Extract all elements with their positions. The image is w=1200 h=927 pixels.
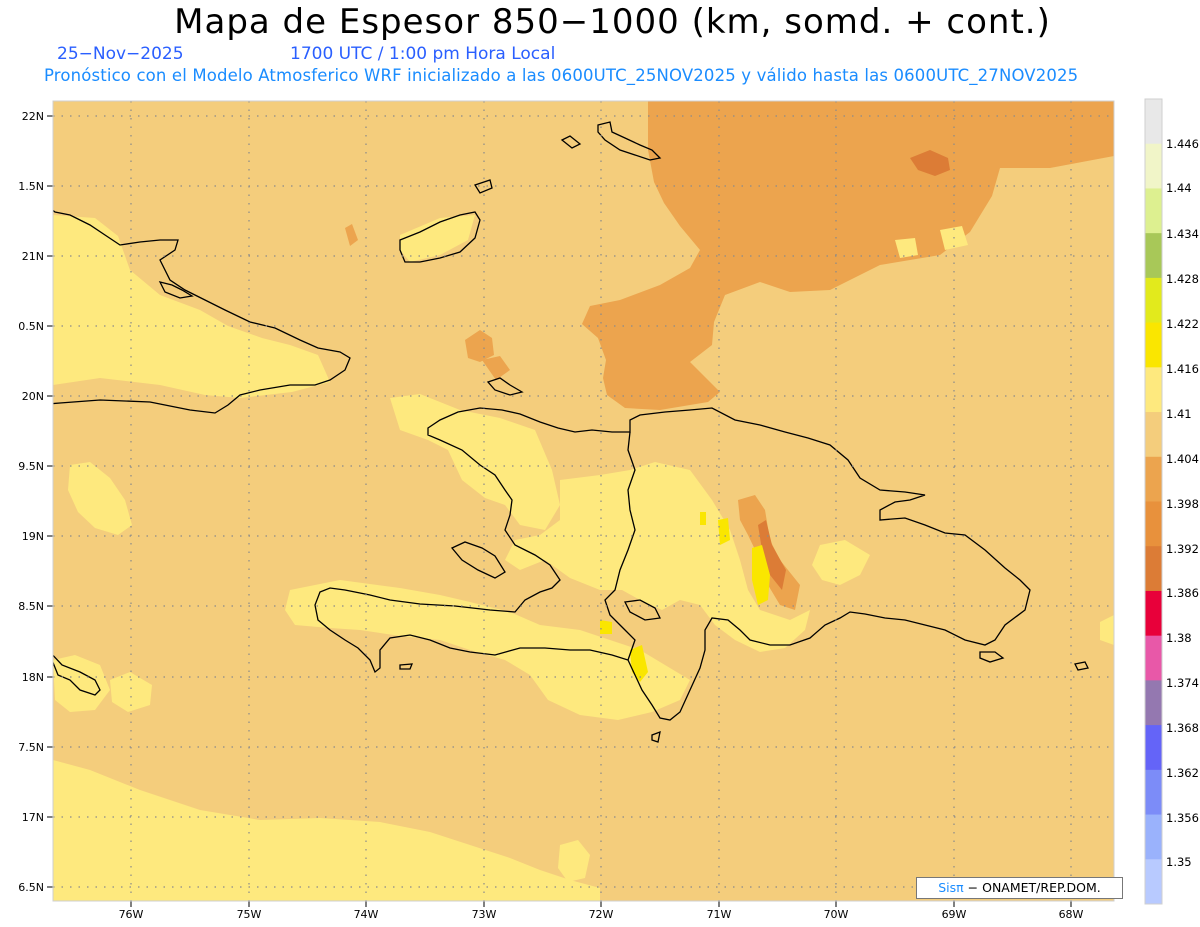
lon-label: 76W — [119, 908, 144, 921]
colorbar-label: 1.374 — [1166, 676, 1199, 690]
lon-ticks — [130, 901, 1072, 907]
colorbar-swatch — [1145, 769, 1162, 816]
colorbar — [1144, 98, 1163, 905]
colorbar-swatch — [1145, 412, 1162, 458]
colorbar-label: 1.446 — [1166, 137, 1199, 151]
colorbar-label: 1.416 — [1166, 362, 1199, 376]
colorbar-swatch — [1145, 456, 1162, 502]
lat-label: 1.5N — [18, 180, 44, 193]
lon-label: 70W — [824, 908, 849, 921]
lat-label: 20N — [22, 390, 44, 403]
lon-label: 73W — [472, 908, 497, 921]
lon-labels: 76W 75W 74W 73W 72W 71W 70W 69W 68W — [119, 908, 1084, 921]
colorbar-swatch — [1145, 635, 1162, 681]
colorbar-swatch — [1145, 143, 1162, 189]
lat-label: 18N — [22, 671, 44, 684]
lat-labels: 22N 1.5N 21N 0.5N 20N 9.5N 19N 8.5N 18N … — [18, 110, 44, 894]
credit-brand: Sisπ — [938, 880, 964, 895]
map-field — [53, 101, 1114, 901]
lat-label: 19N — [22, 530, 44, 543]
colorbar-label: 1.404 — [1166, 452, 1199, 466]
colorbar-label: 1.386 — [1166, 586, 1199, 600]
colorbar-labels: 1.446 1.44 1.434 1.428 1.422 1.416 1.41 … — [1166, 137, 1199, 869]
lon-label: 71W — [707, 908, 732, 921]
lat-ticks — [47, 115, 53, 888]
credit-box: Sisπ − ONAMET/REP.DOM. — [916, 877, 1123, 899]
colorbar-label: 1.41 — [1166, 407, 1192, 421]
lon-label: 68W — [1059, 908, 1084, 921]
colorbar-swatch — [1145, 725, 1162, 771]
colorbar-swatch — [1145, 322, 1162, 368]
colorbar-label: 1.44 — [1166, 181, 1192, 195]
lon-label: 74W — [354, 908, 379, 921]
field-spot-1416 — [600, 620, 612, 634]
lat-label: 7.5N — [18, 741, 44, 754]
colorbar-swatch — [1145, 501, 1162, 547]
colorbar-label: 1.38 — [1166, 631, 1192, 645]
lat-label: 0.5N — [18, 320, 44, 333]
thickness-map: 22N 1.5N 21N 0.5N 20N 9.5N 19N 8.5N 18N … — [18, 98, 1199, 921]
colorbar-label: 1.428 — [1166, 272, 1199, 286]
lat-label: 6.5N — [18, 881, 44, 894]
colorbar-swatch — [1145, 277, 1162, 324]
colorbar-label: 1.422 — [1166, 317, 1199, 331]
colorbar-swatch — [1145, 99, 1162, 145]
colorbar-label: 1.434 — [1166, 227, 1199, 241]
lat-label: 22N — [22, 110, 44, 123]
lat-label: 17N — [22, 811, 44, 824]
colorbar-swatch — [1145, 367, 1162, 413]
field-spot-1416 — [700, 512, 706, 525]
colorbar-label: 1.362 — [1166, 766, 1199, 780]
colorbar-swatch — [1145, 188, 1162, 234]
lat-label: 21N — [22, 250, 44, 263]
lon-label: 75W — [237, 908, 262, 921]
lat-label: 8.5N — [18, 600, 44, 613]
colorbar-label: 1.356 — [1166, 811, 1199, 825]
colorbar-label: 1.368 — [1166, 721, 1199, 735]
colorbar-label: 1.398 — [1166, 497, 1199, 511]
colorbar-swatch — [1145, 680, 1162, 726]
lon-label: 72W — [589, 908, 614, 921]
colorbar-swatch — [1145, 546, 1162, 592]
colorbar-swatch — [1145, 814, 1162, 860]
lon-label: 69W — [942, 908, 967, 921]
lat-label: 9.5N — [18, 460, 44, 473]
colorbar-label: 1.35 — [1166, 855, 1192, 869]
colorbar-swatch — [1145, 590, 1162, 637]
colorbar-swatch — [1145, 859, 1162, 905]
colorbar-label: 1.392 — [1166, 542, 1199, 556]
credit-text: − ONAMET/REP.DOM. — [967, 880, 1101, 895]
colorbar-swatch — [1145, 233, 1162, 279]
